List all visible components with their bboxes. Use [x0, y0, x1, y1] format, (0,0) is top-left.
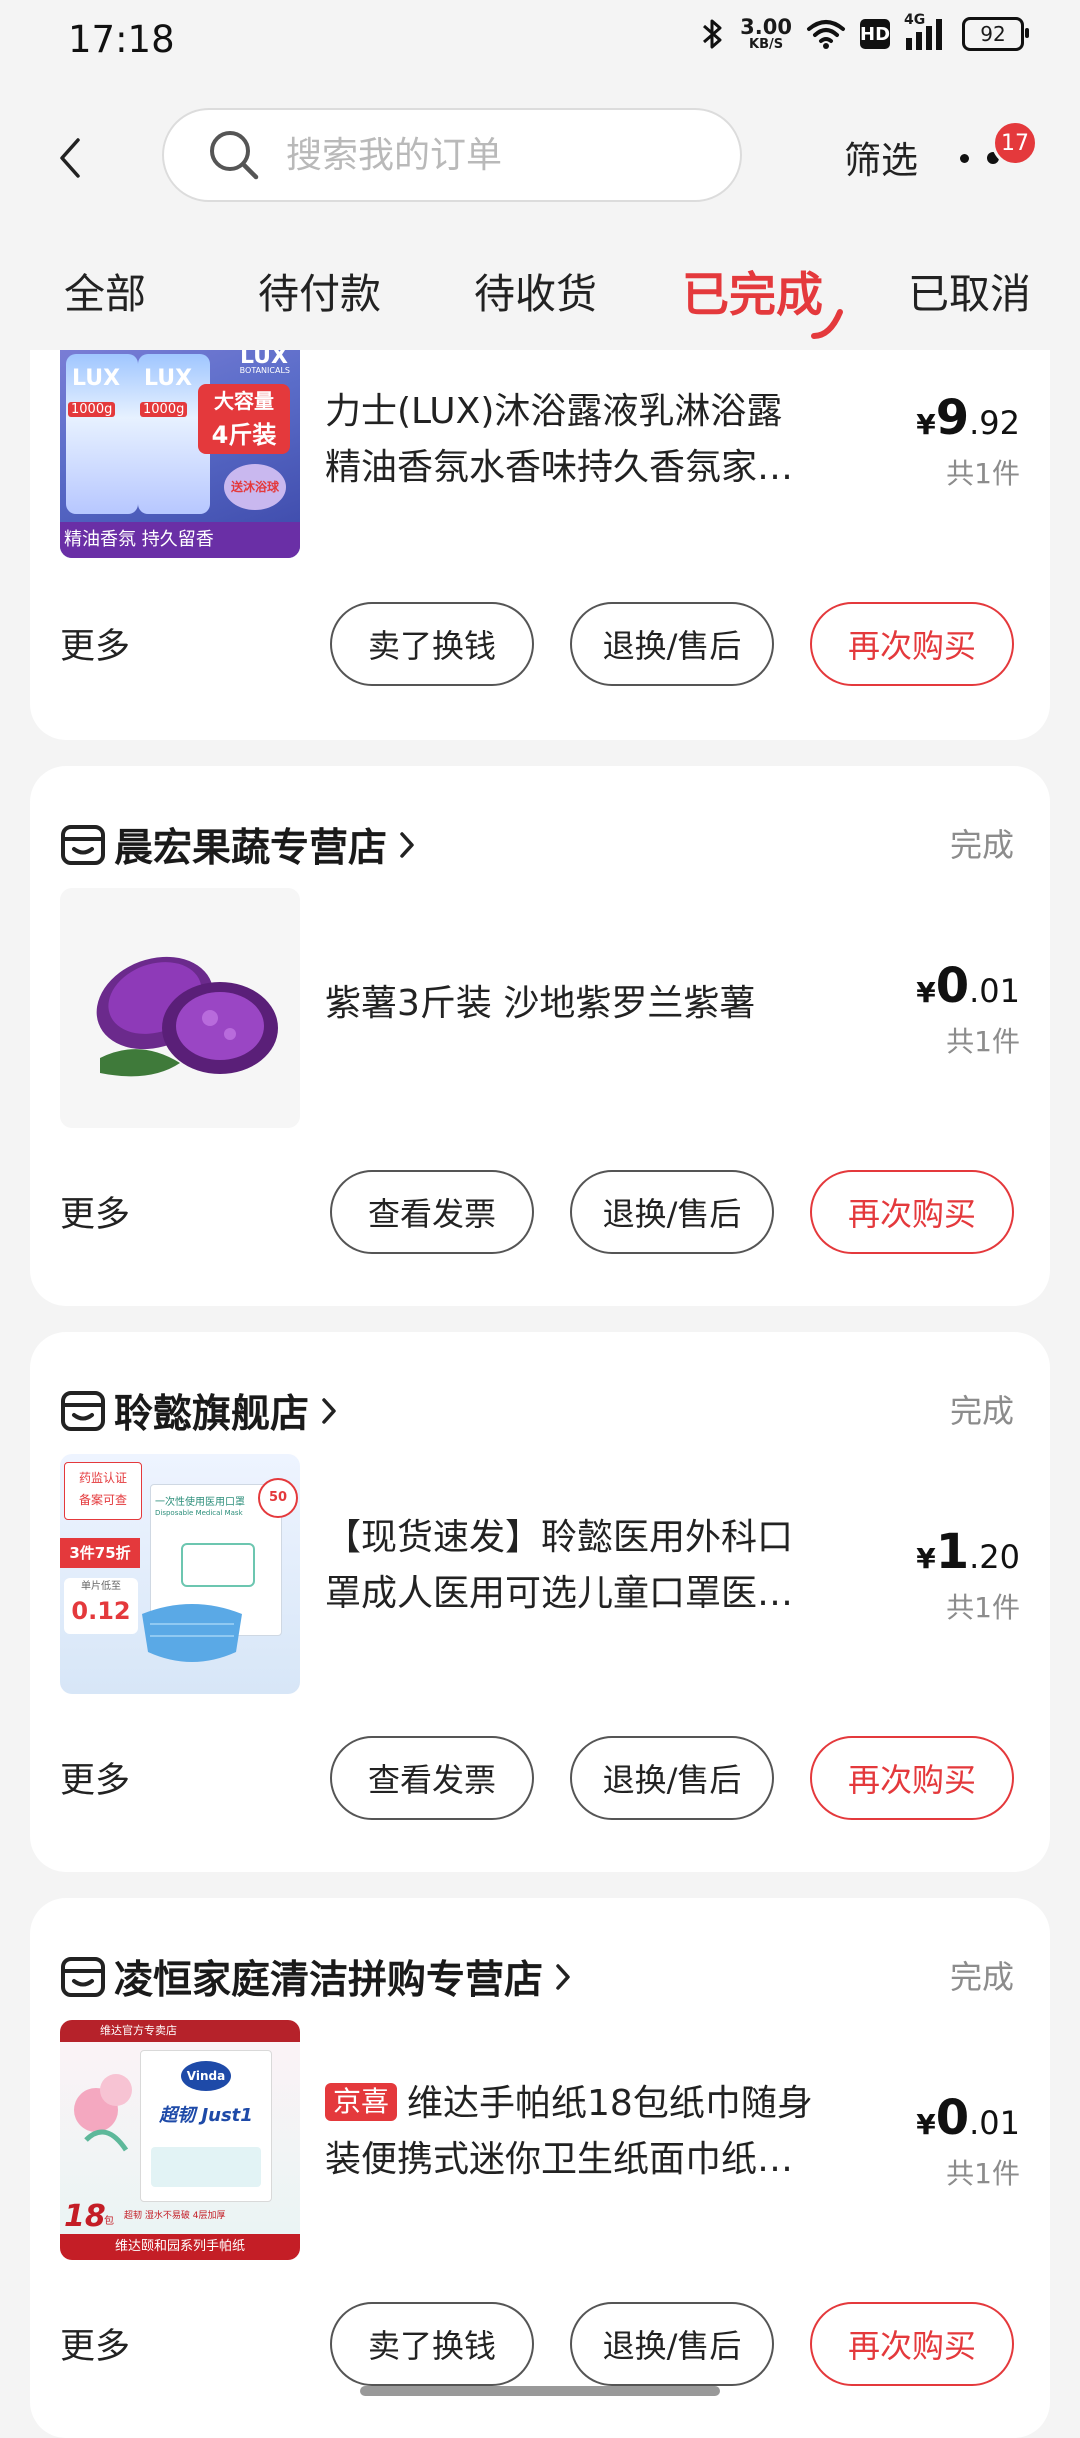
tab-cancelled[interactable]: 已取消: [908, 260, 1031, 320]
more-actions-link[interactable]: 更多: [60, 618, 130, 669]
view-invoice-button[interactable]: 查看发票: [330, 1170, 534, 1254]
order-price: ¥1.20 共1件: [916, 1524, 1020, 1624]
product-image[interactable]: LUX LUX LUX BOTANICALS 1000g 1000g 大容量 4…: [60, 350, 300, 558]
return-exchange-button[interactable]: 退换/售后: [570, 1736, 774, 1820]
battery-icon: 92: [962, 17, 1029, 51]
tab-all[interactable]: 全部: [64, 260, 146, 320]
return-exchange-button[interactable]: 退换/售后: [570, 602, 774, 686]
bluetooth-icon: [703, 19, 722, 49]
status-time: 17:18: [68, 18, 175, 61]
view-invoice-button[interactable]: 查看发票: [330, 1736, 534, 1820]
active-tab-indicator: [811, 309, 843, 339]
product-image[interactable]: [60, 888, 300, 1128]
shop-name: 凌恒家庭清洁拼购专营店: [114, 1958, 544, 2003]
notification-badge: 17: [992, 120, 1038, 166]
search-icon: [210, 131, 259, 180]
home-indicator[interactable]: [360, 2386, 720, 2396]
shop-link[interactable]: 聆懿旗舰店: [60, 1386, 339, 1437]
shop-name: 聆懿旗舰店: [114, 1392, 310, 1437]
return-exchange-button[interactable]: 退换/售后: [570, 1170, 774, 1254]
buy-again-button[interactable]: 再次购买: [810, 1736, 1014, 1820]
chevron-right-icon: [322, 1398, 336, 1424]
status-icons: 3.00 KB/S HD 4G 92: [700, 12, 1029, 52]
shop-link[interactable]: 晨宏果蔬专营店: [60, 820, 417, 871]
more-menu-button[interactable]: 17: [958, 120, 1038, 180]
product-title[interactable]: 京喜 维达手帕纸18包纸巾随身 装便携式迷你卫生纸面巾纸…: [325, 2076, 860, 2188]
filter-button[interactable]: 筛选: [844, 130, 918, 184]
network-speed: 3.00 KB/S: [740, 15, 792, 52]
order-status: 完成: [949, 1392, 1014, 1430]
order-card: 凌恒家庭清洁拼购专营店 完成 维达官方专卖店 Vinda 超韧 Just1 18…: [30, 1898, 1050, 2438]
more-actions-link[interactable]: 更多: [60, 1752, 130, 1803]
order-tabs: 全部 待付款 待收货 已完成 已取消: [0, 230, 1080, 350]
jingxi-tag: 京喜: [325, 2083, 398, 2121]
more-actions-link[interactable]: 更多: [60, 1186, 130, 1237]
signal-icon: 4G: [904, 12, 948, 52]
order-status: 完成: [949, 1958, 1014, 1996]
tab-pending-receipt[interactable]: 待收货: [474, 260, 597, 320]
more-actions-link[interactable]: 更多: [60, 2318, 130, 2369]
shop-link[interactable]: 凌恒家庭清洁拼购专营店: [60, 1952, 573, 2003]
order-status: 完成: [949, 826, 1014, 864]
flower-decoration: [74, 2074, 132, 2152]
shop-icon: [61, 1391, 105, 1431]
back-button[interactable]: [50, 130, 90, 186]
back-arrow-icon: [60, 138, 80, 178]
return-exchange-button[interactable]: 退换/售后: [570, 2302, 774, 2386]
chevron-right-icon: [556, 1964, 570, 1990]
header: 筛选 17: [0, 80, 1080, 230]
tab-pending-payment[interactable]: 待付款: [258, 260, 381, 320]
buy-again-button[interactable]: 再次购买: [810, 2302, 1014, 2386]
status-bar: 17:18 3.00 KB/S HD 4G 92: [0, 0, 1080, 80]
mask-image: [142, 1604, 242, 1662]
sell-for-cash-button[interactable]: 卖了换钱: [330, 602, 534, 686]
order-card: 聆懿旗舰店 完成 药监认证 备案可查 3件75折 单片低至 0.12 一次性使用…: [30, 1332, 1050, 1872]
shop-icon: [61, 1957, 105, 1997]
order-card: 晨宏果蔬专营店 完成 紫薯3斤装 沙地紫罗兰紫薯 ¥0.01 共1件 更多 查看…: [30, 766, 1050, 1306]
product-image[interactable]: 维达官方专卖店 Vinda 超韧 Just1 18 包 超韧 湿水不易破 4层加…: [60, 2020, 300, 2260]
hd-icon: HD: [860, 19, 890, 49]
order-price: ¥0.01 共1件: [916, 2090, 1020, 2190]
shop-name: 晨宏果蔬专营店: [114, 826, 388, 871]
search-box[interactable]: [162, 108, 742, 202]
product-image[interactable]: 药监认证 备案可查 3件75折 单片低至 0.12 一次性使用医用口罩 Disp…: [60, 1454, 300, 1694]
tab-completed[interactable]: 已完成: [682, 256, 823, 325]
purple-sweet-potato-image: [96, 956, 278, 1077]
wifi-icon: [807, 20, 845, 49]
chevron-right-icon: [400, 832, 414, 858]
order-card: LUX LUX LUX BOTANICALS 1000g 1000g 大容量 4…: [30, 350, 1050, 740]
shop-icon: [61, 825, 105, 865]
buy-again-button[interactable]: 再次购买: [810, 602, 1014, 686]
buy-again-button[interactable]: 再次购买: [810, 1170, 1014, 1254]
sell-for-cash-button[interactable]: 卖了换钱: [330, 2302, 534, 2386]
search-input[interactable]: [284, 133, 708, 177]
product-title[interactable]: 力士(LUX)沐浴露液乳淋浴露 精油香氛水香味持久香氛家…: [325, 384, 860, 496]
order-price: ¥0.01 共1件: [916, 958, 1020, 1058]
order-price: ¥9.92 共1件: [916, 390, 1020, 490]
product-title[interactable]: 【现货速发】聆懿医用外科口 罩成人医用可选儿童口罩医…: [325, 1510, 860, 1622]
product-title[interactable]: 紫薯3斤装 沙地紫罗兰紫薯: [325, 976, 860, 1032]
